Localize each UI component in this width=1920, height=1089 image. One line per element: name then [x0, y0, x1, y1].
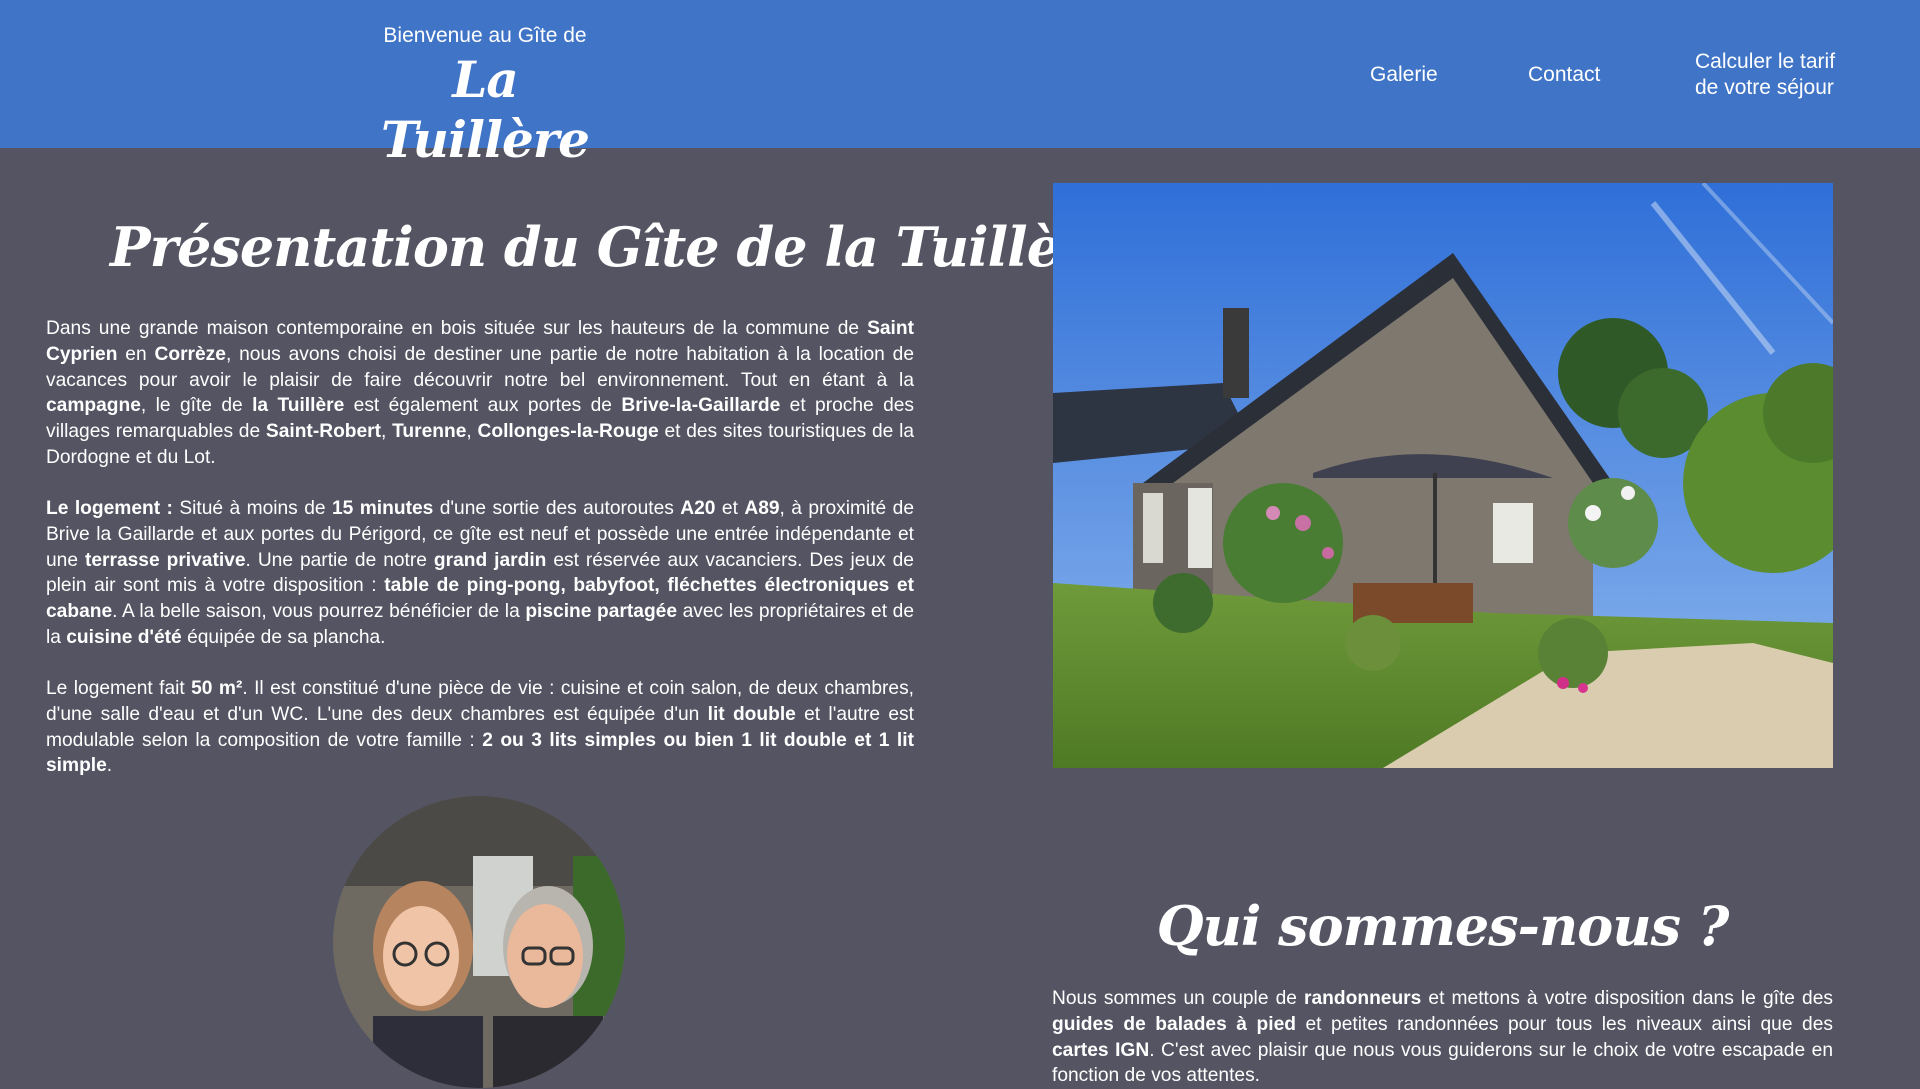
bold-text: campagne — [46, 395, 141, 417]
bold-text: Corrèze — [154, 343, 226, 365]
bold-text: Brive-la-Gaillarde — [621, 395, 781, 417]
bold-text: 50 m² — [191, 678, 243, 699]
text-run: . — [106, 755, 113, 777]
text-run: , le gîte de — [140, 395, 253, 417]
brand-tagline: Bienvenue au Gîte de — [383, 24, 587, 47]
text-run: d'une sortie des autoroutes — [433, 498, 681, 519]
text-run: Le logement fait — [46, 678, 192, 699]
bold-text: A89 — [744, 498, 780, 519]
nav-link-calculer-tarif[interactable]: Calculer le tarif de votre séjour — [1695, 49, 1855, 101]
text-run: . A la belle saison, vous pourrez bénéfi… — [112, 601, 526, 623]
text-run: et petites randonnées pour tous les nive… — [1295, 1013, 1834, 1035]
about-title: Qui sommes-nous ? — [1156, 893, 1730, 958]
nav-link-contact[interactable]: Contact — [1528, 62, 1600, 88]
brand-name: La Tuillère — [381, 50, 590, 169]
nav-link-galerie[interactable]: Galerie — [1370, 62, 1438, 88]
bold-text: randonneurs — [1304, 988, 1422, 1009]
bold-text: Collonges-la-Rouge — [477, 421, 659, 443]
text-run: Nous sommes un couple de — [1052, 988, 1305, 1009]
presentation-paragraph-2: Le logement : Situé à moins de 15 minute… — [46, 496, 914, 651]
owners-photo — [333, 796, 625, 1088]
bold-text: lit double — [707, 703, 796, 725]
presentation-paragraph-3: Le logement fait 50 m². Il est constitué… — [46, 676, 914, 779]
text-run: et — [715, 498, 745, 519]
text-run: équipée de sa plancha. — [181, 626, 386, 648]
bold-text: cuisine d'été — [66, 626, 182, 648]
text-run: Dans une grande maison contemporaine en … — [46, 318, 868, 339]
text-run: , — [466, 421, 478, 443]
presentation-paragraph-1: Dans une grande maison contemporaine en … — [46, 316, 914, 471]
site-logo[interactable]: Bienvenue au Gîte de La Tuillère — [380, 22, 590, 170]
bold-text: Le logement : — [46, 498, 173, 519]
text-run: en — [117, 343, 155, 365]
bold-text: Turenne — [392, 421, 467, 443]
bold-text: 15 minutes — [331, 498, 434, 519]
bold-text: guides de balades à pied — [1052, 1013, 1296, 1035]
bold-text: grand jardin — [433, 549, 547, 571]
gite-house-photo — [1053, 183, 1833, 768]
text-run: , — [381, 421, 393, 443]
text-run: . Une partie de notre — [245, 549, 434, 571]
bold-text: cartes IGN — [1052, 1039, 1150, 1061]
bold-text: la Tuillère — [252, 395, 345, 417]
text-run: . C'est avec plaisir que nous vous guide… — [1052, 1039, 1833, 1087]
text-run: est également aux portes de — [344, 395, 622, 417]
presentation-title: Présentation du Gîte de la Tuillère : — [110, 215, 1159, 280]
site-header: Bienvenue au Gîte de La Tuillère Galerie… — [0, 0, 1920, 169]
text-run: Situé à moins de — [172, 498, 332, 519]
bold-text: piscine partagée — [525, 601, 678, 623]
about-paragraph: Nous sommes un couple de randonneurs et … — [1052, 986, 1833, 1089]
bold-text: terrasse privative — [84, 549, 246, 571]
bold-text: Saint-Robert — [265, 421, 382, 443]
bold-text: A20 — [680, 498, 716, 519]
nav-calc-line2: de votre séjour — [1695, 76, 1834, 99]
text-run: et mettons à votre disposition dans le g… — [1421, 988, 1833, 1009]
nav-calc-line1: Calculer le tarif — [1695, 50, 1836, 73]
